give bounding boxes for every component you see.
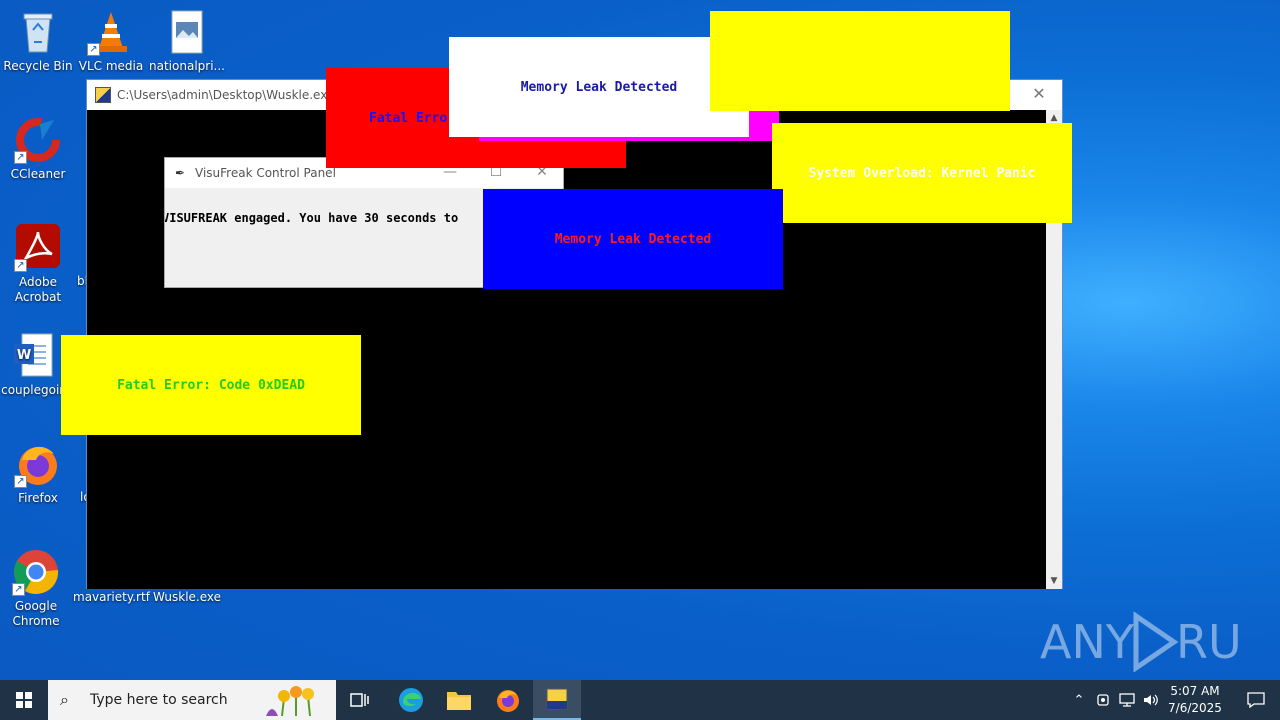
taskbar-edge-button[interactable] xyxy=(387,680,435,720)
show-hidden-icons-button[interactable]: ⌃ xyxy=(1068,680,1090,720)
network-icon xyxy=(1119,693,1135,707)
popup-kernel-panic[interactable]: System Overload: Kernel Panic xyxy=(772,123,1072,223)
console-window-title: C:\Users\admin\Desktop\Wuskle.exe xyxy=(117,88,335,102)
vlc-cone-icon: ↗ xyxy=(87,8,135,56)
console-close-button[interactable]: ✕ xyxy=(1016,80,1062,110)
chevron-up-icon: ⌃ xyxy=(1073,692,1085,708)
popup-text: System Overload: Kernel Panic xyxy=(808,165,1036,181)
flowers-decoration-icon xyxy=(266,686,314,716)
taskbar-clock[interactable]: 5:07 AM 7/6/2025 xyxy=(1162,683,1228,717)
popup-text: Memory Leak Detected xyxy=(520,79,678,95)
desktop-icon-recycle-bin[interactable]: Recycle Bin xyxy=(0,8,76,74)
desktop-icon-ccleaner[interactable]: ↗ CCleaner xyxy=(0,116,76,182)
clock-time: 5:07 AM xyxy=(1170,684,1220,698)
svg-text:W: W xyxy=(17,348,31,363)
firefox-icon xyxy=(497,690,519,712)
image-file-icon xyxy=(163,8,211,56)
shortcut-arrow-icon: ↗ xyxy=(14,475,27,488)
play-triangle-icon xyxy=(1133,611,1179,672)
tray-volume-button[interactable] xyxy=(1140,680,1162,720)
desktop-icon-vlc[interactable]: ↗ VLC media xyxy=(73,8,149,74)
popup-memory-leak-blue[interactable]: Memory Leak Detected xyxy=(483,189,783,289)
popup-text: Fatal Error xyxy=(369,110,456,126)
notification-center-button[interactable] xyxy=(1232,680,1280,720)
volume-icon xyxy=(1144,694,1158,706)
device-icon xyxy=(1097,694,1109,706)
folder-icon xyxy=(447,692,471,710)
ccleaner-icon: ↗ xyxy=(14,116,62,164)
scroll-down-arrow-icon[interactable]: ▼ xyxy=(1046,573,1062,589)
shortcut-arrow-icon: ↗ xyxy=(12,583,25,596)
shortcut-arrow-icon: ↗ xyxy=(14,151,27,164)
desktop-icon-firefox[interactable]: ↗ Firefox xyxy=(0,440,76,506)
desktop-icon-label: mavariety.rtf xyxy=(73,590,150,604)
feather-icon: ✒ xyxy=(175,166,186,180)
desktop-icon-label: nationalpri... xyxy=(149,59,225,73)
task-view-icon xyxy=(350,693,369,707)
desktop-icon-mavariety[interactable]: mavariety.rtf xyxy=(73,590,150,605)
popup-memory-leak-white[interactable]: Memory Leak Detected xyxy=(449,37,749,137)
start-button[interactable] xyxy=(0,680,48,720)
control-panel-title: VisuFreak Control Panel xyxy=(195,166,336,180)
desktop-icon-label: Firefox xyxy=(18,491,58,505)
firefox-icon: ↗ xyxy=(14,440,62,488)
tray-network-button[interactable] xyxy=(1116,680,1138,720)
watermark-text-run: RUN xyxy=(1176,615,1240,669)
desktop-icon-label: Wuskle.exe xyxy=(152,590,222,604)
desktop-icon-adobe-acrobat[interactable]: ↗ Adobe Acrobat xyxy=(0,224,76,305)
chrome-icon: ↗ xyxy=(12,548,60,596)
popup-text: Memory Leak Detected xyxy=(554,231,712,247)
popup-fatal-error-code[interactable]: Fatal Error: Code 0xDEAD xyxy=(61,335,361,435)
popup-text: Fatal Error: Code 0xDEAD xyxy=(117,377,305,393)
word-document-icon: W xyxy=(10,332,58,380)
desktop-icon-nationalpri[interactable]: nationalpri... xyxy=(149,8,225,74)
taskbar-file-explorer-button[interactable] xyxy=(435,680,483,720)
control-panel-message: VISUFREAK engaged. You have 30 seconds t… xyxy=(164,211,459,225)
desktop-icon-label: Recycle Bin xyxy=(3,59,73,73)
python-app-icon xyxy=(546,688,568,710)
shortcut-arrow-icon: ↗ xyxy=(87,43,100,56)
taskbar-wuskle-button[interactable] xyxy=(533,680,581,720)
clock-date: 7/6/2025 xyxy=(1168,701,1222,715)
shortcut-arrow-icon: ↗ xyxy=(14,259,27,272)
tray-network-status[interactable] xyxy=(1092,680,1114,720)
windows-logo-icon xyxy=(16,692,32,708)
desktop-icon-label: VLC media xyxy=(78,59,144,73)
popup-yellow-blank[interactable] xyxy=(710,11,1010,111)
desktop-icon-label: Adobe Acrobat xyxy=(14,275,62,304)
search-icon: ⌕ xyxy=(60,690,69,709)
search-placeholder: Type here to search xyxy=(90,692,228,708)
desktop-icon-label: CCleaner xyxy=(10,167,66,181)
desktop-icon-google-chrome[interactable]: ↗ Google Chrome xyxy=(0,548,74,629)
task-view-button[interactable] xyxy=(336,680,384,720)
desktop-icon-label: Google Chrome xyxy=(12,599,60,628)
edge-icon xyxy=(399,688,423,712)
taskbar-search-box[interactable]: ⌕ Type here to search xyxy=(48,680,336,720)
anyrun-watermark: ANY RUN xyxy=(1040,611,1240,672)
notification-icon xyxy=(1247,692,1265,708)
console-app-icon xyxy=(95,87,111,103)
taskbar: ⌕ Type here to search ⌃ 5:07 AM 7/6/2025 xyxy=(0,680,1280,720)
taskbar-firefox-button[interactable] xyxy=(484,680,532,720)
recycle-bin-icon xyxy=(14,8,62,56)
desktop-icon-wuskle[interactable]: Wuskle.exe xyxy=(149,590,225,605)
watermark-text-any: ANY xyxy=(1040,615,1135,669)
adobe-acrobat-icon: ↗ xyxy=(14,224,62,272)
